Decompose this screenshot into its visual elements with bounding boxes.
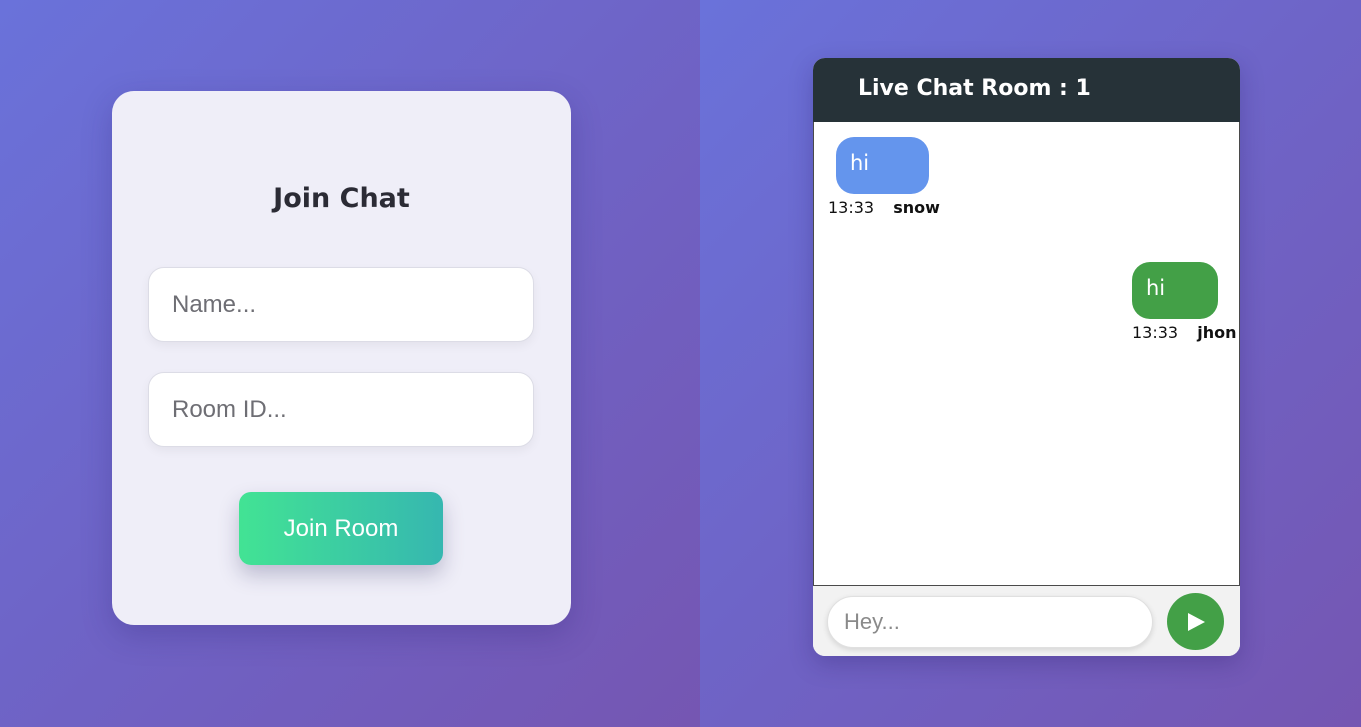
join-room-button[interactable]: Join Room xyxy=(239,492,443,565)
message-input[interactable] xyxy=(827,596,1153,648)
message-time: 13:33 xyxy=(828,198,875,217)
join-panel: Join Chat Join Room xyxy=(0,0,700,727)
chat-window: Live Chat Room : 1 hi 13:33 snow hi 13:3… xyxy=(813,58,1240,656)
join-title: Join Chat xyxy=(273,183,410,214)
chat-title: Live Chat Room : 1 xyxy=(858,76,1091,101)
send-button[interactable] xyxy=(1167,593,1224,650)
join-card: Join Chat Join Room xyxy=(112,91,571,625)
message-list[interactable]: hi 13:33 snow hi 13:33 jhon xyxy=(813,122,1240,585)
message-author: snow xyxy=(893,198,940,217)
chat-header: Live Chat Room : 1 xyxy=(813,58,1240,122)
play-send-icon xyxy=(1187,612,1205,631)
room-id-input[interactable] xyxy=(148,372,534,447)
message-meta-other: 13:33 snow xyxy=(828,198,940,217)
message-time: 13:33 xyxy=(1132,323,1179,342)
message-author: jhon xyxy=(1197,323,1237,342)
message-bubble-you: hi xyxy=(1132,262,1218,319)
message-meta-you: 13:33 jhon xyxy=(1132,323,1236,342)
chat-footer xyxy=(813,585,1240,656)
message-bubble-other: hi xyxy=(836,137,929,194)
name-input[interactable] xyxy=(148,267,534,342)
